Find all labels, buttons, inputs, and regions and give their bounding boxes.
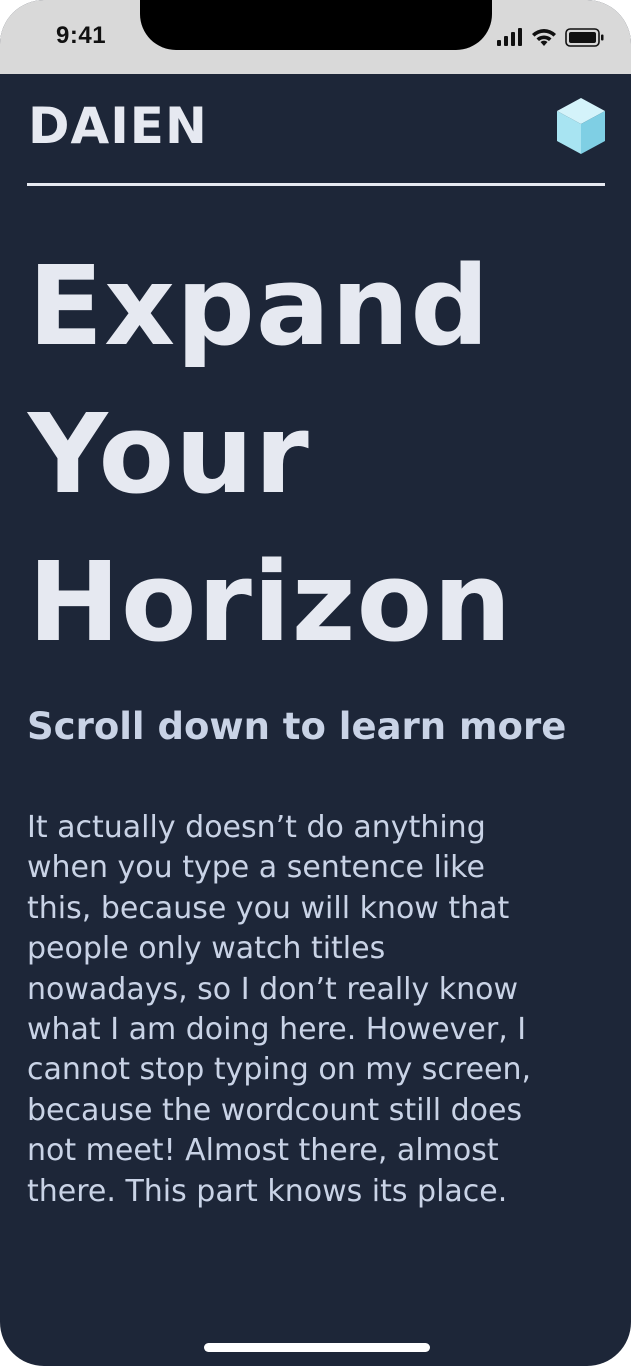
- status-icons: [497, 26, 605, 48]
- headline-line: Horizon: [28, 538, 513, 666]
- scroll-hint: Scroll down to learn more: [27, 705, 567, 748]
- body-line: when you type a sentence like: [27, 850, 485, 886]
- wifi-icon: [532, 28, 556, 46]
- headline-line: Expand: [28, 242, 491, 370]
- body-line: this, because you will know that: [27, 890, 510, 926]
- body-line: nowadays, so I don’t really know: [27, 971, 519, 1007]
- home-indicator[interactable]: [204, 1343, 430, 1352]
- brand-name[interactable]: DAIEN: [28, 96, 208, 156]
- body-line: people only watch titles: [27, 931, 386, 967]
- notch: [140, 0, 492, 50]
- body-line: not meet! Almost there, almost: [27, 1133, 499, 1169]
- body-line: what I am doing here. However, I: [27, 1012, 527, 1048]
- body-line: because the wordcount still does: [27, 1092, 523, 1128]
- body-line: there. This part knows its place.: [27, 1173, 508, 1209]
- body-line: cannot stop typing on my screen,: [27, 1052, 532, 1088]
- signal-icon: [497, 28, 522, 46]
- status-time: 9:41: [56, 22, 107, 49]
- status-bar: 9:41: [0, 0, 631, 74]
- body-line: It actually doesn’t do anything: [27, 810, 486, 845]
- headline-line: Your: [28, 390, 310, 518]
- phone-screen: 9:41 DAIEN Expand Your Horizon Scroll do…: [0, 0, 631, 1366]
- body-paragraph: It actually doesn’t do anything when you…: [27, 808, 607, 1212]
- hero-headline: Expand Your Horizon: [28, 232, 618, 676]
- battery-icon: [565, 27, 604, 47]
- cube-icon[interactable]: [555, 96, 607, 156]
- header-divider: [27, 183, 605, 186]
